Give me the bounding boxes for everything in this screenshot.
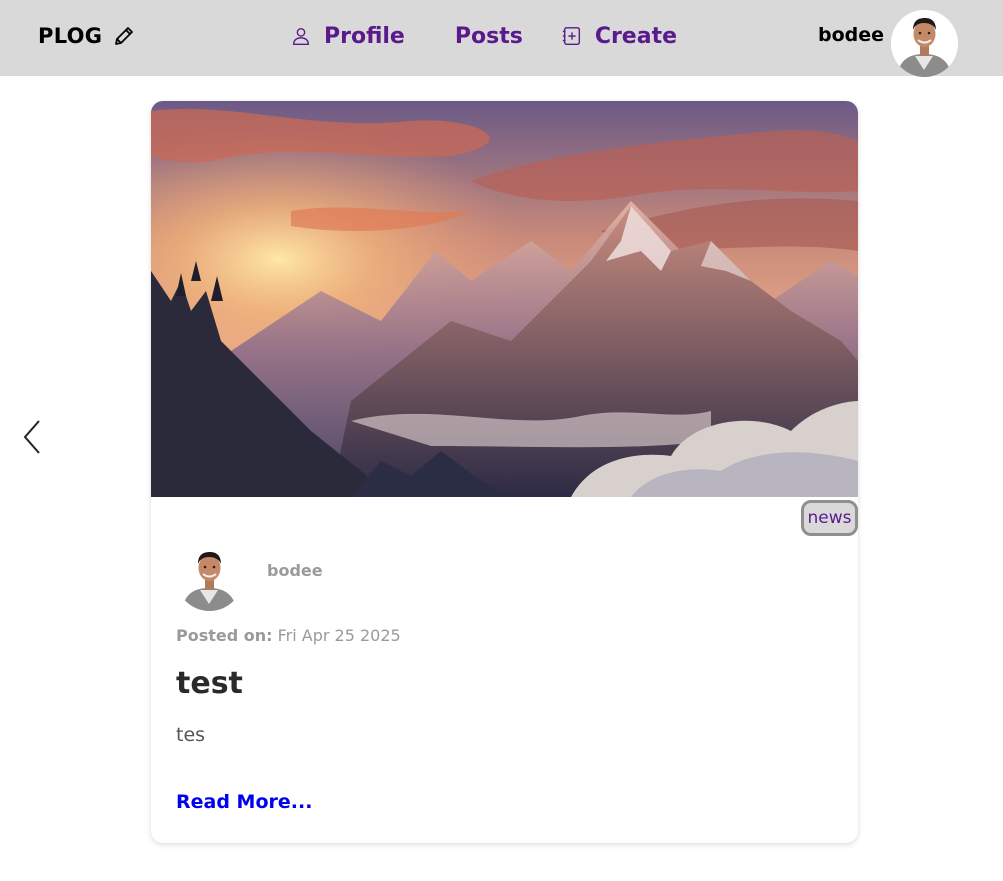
brand-logo[interactable]: PLOG [38, 22, 136, 50]
chevron-left-icon[interactable] [18, 418, 46, 456]
nav-links: Profile Posts Create [290, 20, 677, 52]
pencil-icon [115, 27, 134, 45]
nav-username[interactable]: bodee [818, 24, 884, 46]
nav-link-create[interactable]: Create [561, 24, 677, 49]
author-avatar[interactable] [176, 544, 243, 611]
user-avatar-image [891, 10, 958, 77]
posted-date: Fri Apr 25 2025 [277, 626, 401, 645]
nav-link-profile-label: Profile [324, 23, 405, 49]
navbar: PLOG Profile Posts Create bodee [0, 0, 1003, 77]
nav-link-posts-label: Posts [454, 23, 523, 49]
post-card: news bodee Posted on: Fri Apr 25 2025 te… [151, 101, 858, 843]
post-cover-image [151, 101, 858, 497]
author-avatar-image [176, 544, 243, 611]
nav-avatar[interactable] [891, 10, 958, 77]
add-note-icon [562, 27, 580, 45]
posted-on-label: Posted on: [176, 626, 273, 645]
author-name[interactable]: bodee [267, 561, 323, 580]
read-more-link[interactable]: Read More... [176, 791, 312, 813]
user-icon [292, 27, 310, 45]
nav-link-profile[interactable]: Profile [290, 24, 405, 49]
brand-text: PLOG [38, 24, 103, 48]
post-date-line: Posted on: Fri Apr 25 2025 [176, 626, 401, 645]
post-title: test [176, 666, 243, 701]
nav-link-posts[interactable]: Posts [455, 24, 523, 49]
nav-link-create-label: Create [594, 23, 678, 49]
post-tag-badge[interactable]: news [801, 500, 858, 536]
post-excerpt: tes [176, 724, 206, 746]
